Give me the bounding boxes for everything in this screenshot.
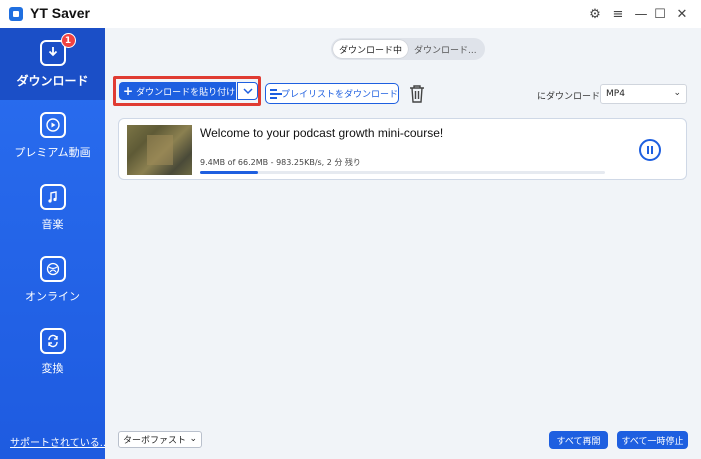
download-meta: 9.4MB of 66.2MB - 983.25KB/s, 2 分 残り — [200, 158, 361, 167]
plus-icon: + — [123, 84, 134, 98]
speed-select[interactable]: ターボファスト ⌄ — [118, 431, 202, 448]
download-icon: 1 — [39, 33, 76, 66]
play-icon — [39, 112, 66, 138]
playlist-download-button[interactable]: プレイリストをダウンロード — [265, 83, 399, 104]
paste-download-label: ダウンロードを貼り付け — [136, 87, 236, 98]
speed-value: ターボファスト — [123, 436, 187, 446]
download-title: Welcome to your podcast growth mini-cour… — [200, 126, 444, 140]
sidebar-item-premium-video[interactable]: プレミアム動画 — [0, 100, 105, 172]
paste-highlight-box: + ダウンロードを貼り付け — [113, 76, 261, 106]
pause-all-button[interactable]: すべて一時停止 — [617, 431, 688, 449]
video-thumbnail — [127, 125, 192, 175]
download-item: Welcome to your podcast growth mini-cour… — [118, 118, 687, 180]
globe-icon — [39, 256, 66, 282]
sidebar-item-music[interactable]: 音楽 — [0, 172, 105, 244]
sidebar-item-convert[interactable]: 変換 — [0, 316, 105, 388]
notification-badge: 1 — [60, 33, 76, 48]
resume-all-button[interactable]: すべて再開 — [549, 431, 608, 449]
gear-icon[interactable]: ⚙ — [585, 4, 605, 24]
trash-icon[interactable] — [408, 84, 426, 104]
paste-dropdown-button[interactable] — [237, 82, 258, 100]
title-bar: YT Saver ⚙ ≡ — ☐ ✕ — [0, 0, 701, 28]
maximize-icon[interactable]: ☐ — [650, 4, 670, 24]
app-title: YT Saver — [30, 5, 90, 21]
pause-button[interactable] — [639, 139, 661, 161]
sidebar: 1 ダウンロード プレミアム動画 音楽 オンライン 変換 サポートされている..… — [0, 28, 109, 459]
format-value: MP4 — [606, 89, 625, 99]
supported-sites-link[interactable]: サポートされている... — [10, 434, 109, 449]
chevron-down-icon: ⌄ — [673, 88, 681, 98]
sidebar-item-label: 音楽 — [41, 218, 64, 231]
minimize-icon[interactable]: — — [631, 4, 651, 24]
close-icon[interactable]: ✕ — [672, 4, 692, 24]
tab-switcher: ダウンロード中 ダウンロード... — [331, 38, 485, 60]
progress-fill — [200, 171, 258, 174]
main-panel: ダウンロード中 ダウンロード... + ダウンロードを貼り付け プレイリストをダ… — [105, 28, 701, 459]
music-icon — [39, 184, 66, 210]
sidebar-item-download[interactable]: 1 ダウンロード — [0, 28, 105, 100]
sidebar-item-online[interactable]: オンライン — [0, 244, 105, 316]
sidebar-item-label: プレミアム動画 — [14, 146, 91, 159]
sidebar-item-label: ダウンロード — [16, 74, 89, 88]
sidebar-item-label: オンライン — [25, 290, 80, 303]
chevron-down-icon: ⌄ — [189, 434, 197, 444]
chevron-down-icon — [242, 88, 253, 95]
menu-icon[interactable]: ≡ — [608, 4, 628, 24]
convert-icon — [39, 328, 66, 354]
progress-bar — [200, 171, 605, 174]
playlist-download-label: プレイリストをダウンロード — [280, 90, 398, 100]
tab-downloading[interactable]: ダウンロード中 — [333, 40, 409, 58]
format-select[interactable]: MP4 ⌄ — [600, 84, 687, 104]
playlist-icon — [270, 88, 282, 99]
pause-icon-bar — [651, 146, 653, 154]
format-label: にダウンロード — [537, 92, 601, 102]
sidebar-item-label: 変換 — [41, 362, 64, 375]
paste-download-button[interactable]: + ダウンロードを貼り付け — [119, 82, 236, 100]
app-logo-icon — [9, 7, 23, 21]
pause-icon-bar — [647, 146, 649, 154]
footer-bar: ターボファスト ⌄ すべて再開 すべて一時停止 — [105, 424, 701, 459]
tab-downloaded[interactable]: ダウンロード... — [408, 40, 483, 58]
